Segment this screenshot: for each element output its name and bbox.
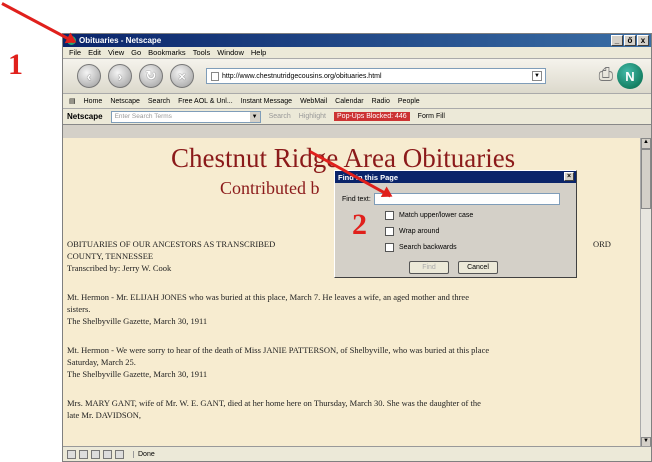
- bookmark-aol[interactable]: Free AOL & Unl...: [178, 98, 233, 105]
- menu-bar: File Edit View Go Bookmarks Tools Window…: [63, 47, 651, 59]
- search-button[interactable]: Search: [269, 113, 291, 120]
- status-text: Done: [133, 450, 155, 458]
- menu-tools[interactable]: Tools: [193, 48, 211, 57]
- menu-bookmarks[interactable]: Bookmarks: [148, 48, 186, 57]
- minimize-button[interactable]: _: [611, 35, 623, 46]
- chevron-down-icon[interactable]: ▼: [532, 71, 542, 81]
- bookmark-netscape[interactable]: Netscape: [110, 98, 140, 105]
- bookmark-calendar[interactable]: Calendar: [335, 98, 363, 105]
- scroll-up-icon[interactable]: ▲: [641, 138, 651, 149]
- obituary-text: Saturday, March 25.: [67, 357, 136, 367]
- title-bar: Obituaries - Netscape _ ő x: [63, 34, 651, 47]
- option-label: Match upper/lower case: [399, 212, 474, 219]
- address-book-icon[interactable]: [115, 449, 124, 459]
- bookmark-people[interactable]: People: [398, 98, 420, 105]
- netscape-menu-button[interactable]: Netscape: [67, 112, 103, 121]
- annotation-arrow-1: [1, 2, 76, 44]
- obituary-text: Mt. Hermon - We were sorry to hear of th…: [67, 345, 490, 355]
- option-label: Search backwards: [399, 244, 457, 251]
- find-button[interactable]: Find: [409, 261, 449, 274]
- bookmark-instant-message[interactable]: Instant Message: [241, 98, 292, 105]
- obituary-text: Mrs. MARY GANT, wife of Mr. W. E. GANT, …: [67, 398, 481, 408]
- window-title: Obituaries - Netscape: [79, 36, 162, 45]
- option-match-case[interactable]: Match upper/lower case: [385, 211, 473, 220]
- obituary-source: The Shelbyville Gazette, March 30, 1911: [67, 316, 208, 326]
- page-subtitle: Contributed b: [220, 178, 320, 198]
- stop-icon[interactable]: ×: [170, 64, 194, 88]
- highlight-button[interactable]: Highlight: [299, 113, 326, 120]
- annotation-number-1: 1: [8, 48, 23, 81]
- search-toolbar: Netscape Enter Search Terms ▼ Search Hig…: [63, 109, 651, 125]
- option-wrap-around[interactable]: Wrap around: [385, 227, 439, 236]
- cancel-button[interactable]: Cancel: [458, 261, 498, 274]
- form-fill-button[interactable]: Form Fill: [418, 113, 445, 120]
- chevron-down-icon[interactable]: ▼: [249, 111, 260, 122]
- bookmark-webmail[interactable]: WebMail: [300, 98, 327, 105]
- find-row: Find text:: [342, 193, 560, 205]
- mail-icon[interactable]: [79, 449, 88, 459]
- print-icon[interactable]: ⎙: [599, 64, 613, 85]
- url-bar[interactable]: http://www.chestnutridgecousins.org/obit…: [206, 68, 546, 84]
- popups-blocked-badge[interactable]: Pop-Ups Blocked: 446: [334, 112, 410, 121]
- bookmark-radio[interactable]: Radio: [372, 98, 390, 105]
- obituary-source: The Shelbyville Gazette, March 30, 1911: [67, 369, 208, 379]
- search-placeholder: Enter Search Terms: [114, 112, 172, 120]
- dialog-close-icon[interactable]: ×: [564, 172, 574, 181]
- bookmark-home[interactable]: Home: [84, 98, 103, 105]
- page-icon: [211, 71, 219, 81]
- menu-file[interactable]: File: [69, 48, 81, 57]
- vertical-scrollbar[interactable]: ▲ ▼: [640, 138, 651, 448]
- obituary-text: Mt. Hermon - Mr. ELIJAH JONES who was bu…: [67, 292, 469, 302]
- aim-icon[interactable]: [91, 449, 100, 459]
- obituary-text: late Mr. DAVIDSON,: [67, 410, 141, 420]
- annotation-number-2: 2: [352, 208, 367, 241]
- close-window-button[interactable]: x: [637, 35, 649, 46]
- obituary-text: sisters.: [67, 304, 91, 314]
- toolbar-grip-icon: ▤: [69, 98, 76, 105]
- personal-toolbar: ▤ Home Netscape Search Free AOL & Unl...…: [63, 94, 651, 109]
- find-label: Find text:: [342, 195, 371, 203]
- back-icon[interactable]: ‹: [77, 64, 101, 88]
- menu-edit[interactable]: Edit: [88, 48, 101, 57]
- navigation-toolbar: ‹ › ↻ × http://www.chestnutridgecousins.…: [63, 59, 651, 94]
- netscape-logo-icon[interactable]: N: [617, 63, 643, 89]
- menu-go[interactable]: Go: [131, 48, 141, 57]
- restore-button[interactable]: ő: [624, 35, 636, 46]
- scroll-thumb[interactable]: [641, 149, 651, 209]
- option-label: Wrap around: [399, 228, 440, 235]
- checkbox[interactable]: [385, 243, 394, 252]
- menu-view[interactable]: View: [108, 48, 124, 57]
- composer-icon[interactable]: [103, 449, 112, 459]
- bookmark-search[interactable]: Search: [148, 98, 170, 105]
- dialog-title-bar: Find in this Page ×: [335, 171, 576, 183]
- reload-icon[interactable]: ↻: [139, 64, 163, 88]
- menu-window[interactable]: Window: [217, 48, 244, 57]
- option-search-backwards[interactable]: Search backwards: [385, 243, 457, 252]
- search-input[interactable]: Enter Search Terms ▼: [110, 110, 261, 123]
- menu-help[interactable]: Help: [251, 48, 266, 57]
- navigator-icon[interactable]: [67, 449, 76, 459]
- checkbox[interactable]: [385, 227, 394, 236]
- find-text-input[interactable]: [373, 193, 560, 205]
- checkbox[interactable]: [385, 211, 394, 220]
- forward-icon[interactable]: ›: [108, 64, 132, 88]
- status-bar: Done: [63, 446, 651, 461]
- url-text: http://www.chestnutridgecousins.org/obit…: [222, 72, 382, 80]
